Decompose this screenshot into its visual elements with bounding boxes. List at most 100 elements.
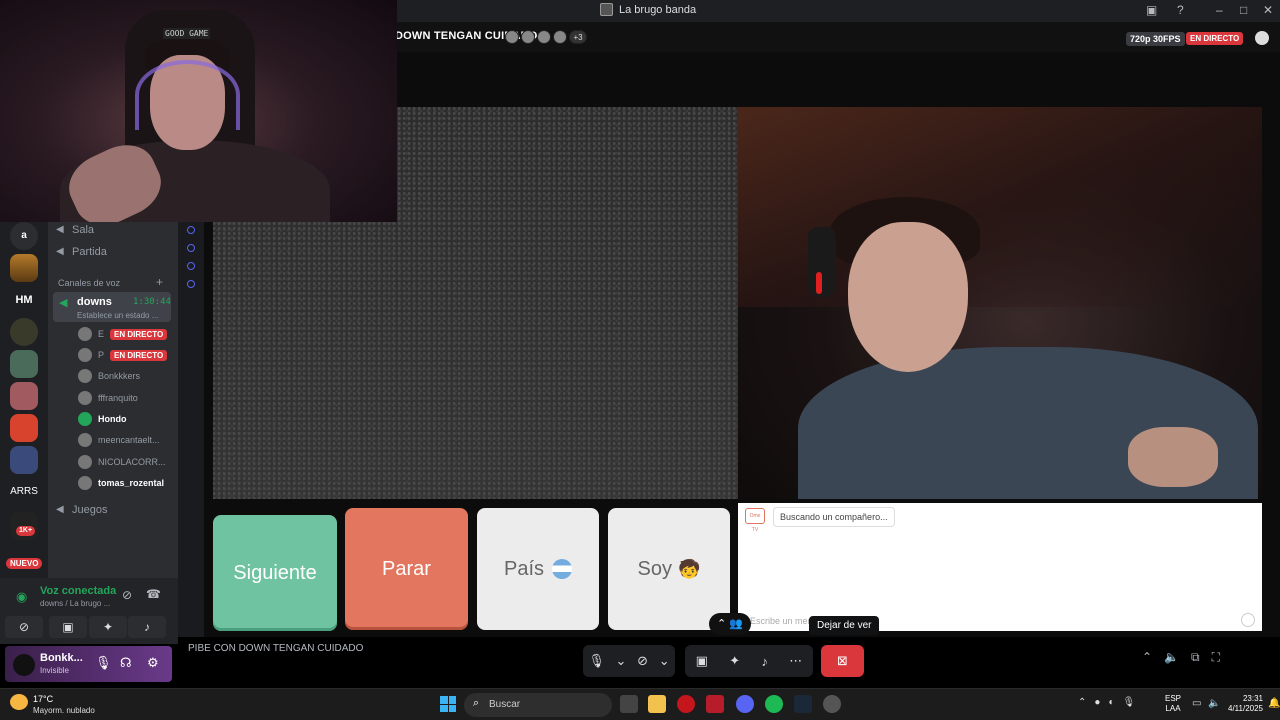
microphone-icon[interactable]: 🎙 xyxy=(95,655,112,671)
clock-date: 4/11/2025 xyxy=(1228,704,1263,713)
side-icon[interactable] xyxy=(187,280,195,288)
channel-label: Juegos xyxy=(72,504,108,516)
chevron-down-icon[interactable]: ⌄ xyxy=(659,653,670,669)
file-explorer-icon[interactable] xyxy=(648,695,666,713)
volume-icon[interactable]: 🔈 xyxy=(1164,650,1179,665)
side-icon[interactable] xyxy=(187,262,195,270)
server-item-arrs[interactable]: ARRS xyxy=(10,478,38,506)
app-icon[interactable] xyxy=(706,695,724,713)
server-item-a[interactable]: a xyxy=(10,222,38,250)
popout-icon[interactable]: ⧉ xyxy=(1191,650,1200,665)
viewer-avatars[interactable]: +3 xyxy=(505,30,587,44)
notification-icon[interactable]: 🔔 xyxy=(1268,698,1280,709)
streamer-webcam: GOOD GAME xyxy=(0,0,397,222)
emoji-icon[interactable] xyxy=(1241,613,1255,627)
steam-icon[interactable] xyxy=(794,695,812,713)
avatar xyxy=(78,391,92,405)
windows-start-icon[interactable] xyxy=(440,696,456,712)
voice-member[interactable]: tomas_rozental xyxy=(78,475,164,491)
avatar xyxy=(78,412,92,426)
voice-member[interactable]: E EN DIRECTO xyxy=(78,326,168,342)
microphone-icon[interactable]: 🎙 xyxy=(588,653,605,669)
server-item[interactable] xyxy=(10,414,38,442)
user-panel[interactable]: Bonkk... Invisible 🎙 ☊ ⚙ xyxy=(5,646,172,682)
country-button[interactable]: País xyxy=(477,508,599,630)
server-item[interactable] xyxy=(10,318,38,346)
side-icon[interactable] xyxy=(187,244,195,252)
side-icon[interactable] xyxy=(187,226,195,234)
next-button[interactable]: Siguiente xyxy=(213,515,337,631)
fullscreen-icon[interactable]: ⛶ xyxy=(1212,650,1220,665)
chevron-up-icon[interactable]: ⌃ xyxy=(1078,697,1086,708)
tray-app-icon[interactable]: ● xyxy=(1094,697,1100,708)
voice-category[interactable]: Canales de voz xyxy=(58,278,120,288)
microphone-icon[interactable]: 🎙 xyxy=(1122,697,1135,708)
maximize-button[interactable]: □ xyxy=(1240,3,1247,17)
stop-button[interactable]: Parar xyxy=(345,508,468,630)
stop-watching-button[interactable]: ⊠ xyxy=(821,645,864,677)
server-item-hm[interactable]: HM xyxy=(10,286,38,314)
expand-participants-button[interactable]: ⌃ 👥 xyxy=(709,613,751,635)
close-button[interactable]: ✕ xyxy=(1263,3,1273,17)
screen-share-button[interactable]: ▣ xyxy=(49,616,87,638)
weather-desc[interactable]: Mayorm. nublado xyxy=(33,706,95,715)
server-item[interactable] xyxy=(10,350,38,378)
voice-member[interactable]: P EN DIRECTO xyxy=(78,347,168,363)
discord-icon[interactable] xyxy=(736,695,754,713)
volume-icon[interactable]: 🔈 xyxy=(1208,698,1220,709)
opera-icon[interactable] xyxy=(677,695,695,713)
tooltip: Dejar de ver xyxy=(809,616,880,635)
screen-share-icon[interactable]: ▣ xyxy=(696,653,708,669)
gear-icon[interactable]: ⚙ xyxy=(147,655,159,671)
voice-status[interactable]: Voz conectada xyxy=(40,585,116,597)
language-indicator[interactable]: ESP LAA xyxy=(1165,694,1181,714)
noise-suppression-icon[interactable]: ⊘ xyxy=(122,588,132,602)
channel-partida[interactable]: ◀ Partida xyxy=(56,246,107,258)
tray-app-icon[interactable]: ◐ xyxy=(1108,697,1114,708)
voice-member[interactable]: meencantaelt... xyxy=(78,432,160,448)
channel-downs[interactable]: ◀ downs 1:30:44 Establece un estado ... xyxy=(53,292,171,322)
chevron-down-icon[interactable]: ⌄ xyxy=(616,653,627,669)
speaker-icon: ◀ xyxy=(59,297,68,309)
member-name: NICOLACORR... xyxy=(98,457,166,467)
server-item[interactable] xyxy=(10,254,38,282)
side-icon-column xyxy=(178,222,204,637)
more-icon[interactable]: ⋯ xyxy=(789,653,802,669)
voice-member[interactable]: Bonkkkers xyxy=(78,368,140,384)
voice-member[interactable]: fffranquito xyxy=(78,390,138,406)
clock[interactable]: 23:31 4/11/2025 xyxy=(1228,694,1263,714)
avatar[interactable] xyxy=(13,654,35,676)
gender-button[interactable]: Soy 🧒 xyxy=(608,508,730,630)
server-item[interactable] xyxy=(10,382,38,410)
minimize-button[interactable]: – xyxy=(1216,3,1223,17)
weather-icon[interactable] xyxy=(10,694,28,710)
chevron-up-icon[interactable]: ⌃ xyxy=(1142,650,1152,665)
signal-icon[interactable]: ◉ xyxy=(16,589,27,605)
weather-temp[interactable]: 17°C xyxy=(33,694,53,704)
help-icon[interactable]: ? xyxy=(1177,3,1184,17)
soundboard-button[interactable]: ♪ xyxy=(128,616,166,638)
server-item[interactable] xyxy=(10,446,38,474)
disconnect-icon[interactable]: ☎ xyxy=(146,587,161,601)
chat-bubble-icon[interactable] xyxy=(1255,31,1269,45)
member-name: fffranquito xyxy=(98,393,138,403)
activities-icon[interactable]: ✦ xyxy=(729,653,740,669)
voice-member[interactable]: NICOLACORR... xyxy=(78,454,166,470)
activities-button[interactable]: ✦ xyxy=(89,616,127,638)
voice-member[interactable]: Hondo xyxy=(78,411,127,427)
app-icon[interactable] xyxy=(823,695,841,713)
channel-juegos[interactable]: ◀ Juegos xyxy=(56,504,107,516)
voice-location[interactable]: downs / La brugo ... xyxy=(40,599,110,608)
add-channel-icon[interactable]: + xyxy=(156,275,163,289)
headphones-icon[interactable]: ☊ xyxy=(120,655,132,671)
camera-off-icon[interactable]: ⊘ xyxy=(637,653,648,669)
taskbar-search[interactable]: ⌕ Buscar xyxy=(464,693,612,717)
channel-status[interactable]: Establece un estado ... xyxy=(77,311,158,320)
soundboard-icon[interactable]: ♪ xyxy=(761,654,768,669)
inbox-icon[interactable]: ▣ xyxy=(1146,3,1157,17)
channel-sala[interactable]: ◀ Sala xyxy=(56,224,94,236)
network-icon[interactable]: ▭ xyxy=(1192,698,1201,709)
task-view-icon[interactable] xyxy=(620,695,638,713)
spotify-icon[interactable] xyxy=(765,695,783,713)
camera-off-button[interactable]: ⊘ xyxy=(5,616,43,638)
